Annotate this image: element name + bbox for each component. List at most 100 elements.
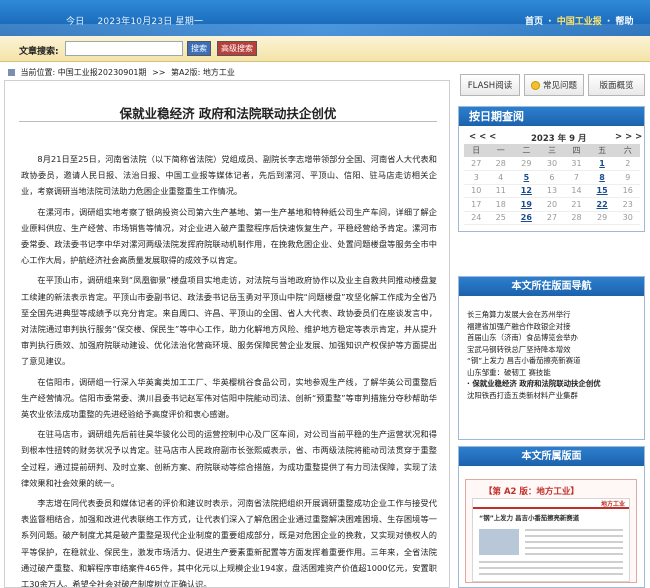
calendar-days: 27 28 29 30 31 1 2 3 4 5 6 7 8 9 10 11 12 13 14 15 16 17 18 19 2… (464, 157, 640, 225)
thumbnail-text-line (525, 535, 623, 537)
thumbnail-text-line (525, 547, 623, 549)
calendar-week-row: 24 25 26 27 28 29 30 (464, 211, 640, 225)
calendar-day: 25 (488, 211, 513, 225)
calendar-day: 16 (615, 184, 640, 198)
weekday-label: 五 (588, 144, 616, 157)
page-layout-title: 本文所属版面 (459, 447, 644, 466)
search-label: 文章搜索: (19, 47, 59, 57)
page-nav-item[interactable]: “钢”上发力 昌吉小番茄擦亮新赛道 (467, 355, 644, 367)
newspaper-page-preview: 地方工业 “钢”上发力 昌吉小番茄擦亮新赛道 (472, 498, 630, 582)
thumbnail-headline: “钢”上发力 昌吉小番茄擦亮新赛道 (479, 514, 580, 522)
location-icon (8, 69, 15, 76)
calendar-day: 14 (564, 184, 589, 198)
calendar-day: 20 (539, 197, 565, 212)
calendar-day: 6 (539, 170, 565, 185)
search-input[interactable] (65, 41, 183, 56)
calendar-day: 29 (512, 157, 540, 171)
article-paragraph: 李志增在同代表委员和媒体记者的评价和建议时表示，河南省法院把组织开展调研重整成功… (21, 498, 437, 588)
calendar-day: 3 (464, 170, 489, 185)
faq-button[interactable]: 常见问题 (524, 74, 584, 96)
page-nav-item[interactable]: 首届山东（济南）食品博览会举办 (467, 332, 644, 344)
page-nav-title: 本文所在版面导航 (459, 277, 644, 296)
date-prefix: 今日 (66, 17, 85, 27)
breadcrumb: 当前位置: 中国工业报20230901期 >> 第A2版: 地方工业 (8, 67, 235, 78)
page-overview-label: 版面概览 (599, 81, 634, 91)
weekday-label: 六 (615, 144, 640, 157)
page-navigation-panel: 本文所在版面导航 长三角算力发展大会在苏州举行 福建省加强产融合作政银企对接 首… (458, 276, 645, 440)
calendar-day-link[interactable]: 26 (512, 211, 540, 225)
calendar-grid: 日 一 二 三 四 五 六 27 28 29 30 31 1 2 3 4 5 6 7 8 9 10 11 12 1… (464, 144, 640, 225)
weekday-label: 四 (564, 144, 589, 157)
calendar-day: 27 (539, 211, 565, 225)
article-paragraph: 在漯河市，调研组实地考察了银鸽投资公司第六生产基地、第一生产基地和特种纸公司生产… (21, 206, 437, 266)
calendar-day: 30 (615, 211, 640, 225)
calendar-day: 7 (564, 170, 589, 185)
calendar-day-link[interactable]: 15 (588, 184, 616, 198)
calendar-day-link[interactable]: 1 (588, 157, 616, 171)
article-paragraph: 8月21日至25日，河南省法院（以下简称省法院）党组成员、副院长李志增带领部分全… (21, 154, 437, 197)
nav-separator: · (606, 17, 611, 27)
calendar-day: 21 (564, 197, 589, 212)
page-thumbnail[interactable]: 【第 A2 版：地方工业】 地方工业 “钢”上发力 昌吉小番茄擦亮新赛道 (465, 479, 637, 583)
advanced-search-button[interactable]: 高级搜索 (217, 41, 257, 56)
nav-home-link[interactable]: 首页 (525, 17, 543, 27)
calendar-week-row: 3456789 (464, 170, 640, 185)
page-nav-item[interactable]: 沈阳铁西打造五类新材料产业集群 (467, 390, 644, 402)
page-nav-item-current[interactable]: · 保就业稳经济 政府和法院联动扶企创优 (467, 378, 644, 390)
weekday-label: 二 (512, 144, 540, 157)
search-button[interactable]: 搜索 (187, 41, 211, 56)
page-nav-item[interactable]: 宝武马钢转铁总厂坚持降本增效 (467, 344, 644, 356)
thumbnail-text-line (525, 553, 623, 555)
flash-read-button[interactable]: FLASH阅读 (460, 74, 520, 96)
flash-read-label: FLASH阅读 (467, 81, 513, 91)
calendar-week-row: 10 11 12 13 14 15 16 (464, 184, 640, 198)
calendar-day: 17 (464, 197, 489, 212)
page-nav-item[interactable]: 长三角算力发展大会在苏州举行 (467, 309, 644, 321)
page-nav-item[interactable]: 山东邹重：破韧工 赛技能 (467, 367, 644, 379)
calendar-day: 30 (539, 157, 565, 171)
nav-separator: · (548, 17, 552, 27)
thumbnail-text-line (525, 541, 623, 543)
calendar-month-label: 2023 年 9 月 (531, 134, 587, 144)
lightbulb-icon (530, 80, 540, 90)
calendar-day: 23 (615, 197, 640, 212)
article-paragraph: 在驻马店市，调研组先后前往昊华骏化公司的运营控制中心及厂区车间，对公司当前平稳的… (21, 429, 437, 488)
calendar-day-link[interactable]: 19 (512, 197, 540, 212)
thumbnail-masthead: 地方工业 (473, 499, 629, 509)
weekday-label: 三 (539, 144, 565, 157)
page-nav-item[interactable]: 福建省加强产融合作政银企对接 (467, 321, 644, 333)
calendar-prev-button[interactable]: < < < (469, 132, 496, 142)
calendar-day-link[interactable]: 12 (512, 184, 540, 198)
breadcrumb-issue-link[interactable]: 中国工业报20230901期 (58, 68, 147, 77)
thumbnail-text-line (479, 561, 623, 563)
calendar-day: 28 (488, 157, 513, 171)
article-body: 8月21日至25日，河南省法院（以下简称省法院）党组成员、副院长李志增带领部分全… (21, 151, 437, 588)
page-layout-panel: 本文所属版面 【第 A2 版：地方工业】 地方工业 “钢”上发力 昌吉小番茄擦亮… (458, 446, 645, 588)
breadcrumb-page-link[interactable]: 第A2版: 地方工业 (171, 68, 235, 77)
calendar-day: 11 (488, 184, 513, 198)
weekday-label: 日 (464, 144, 489, 157)
calendar-day: 27 (464, 157, 489, 171)
search-bar: 文章搜索: 搜索 高级搜索 (0, 36, 650, 62)
thumbnail-text-line (525, 529, 623, 531)
article-title: 保就业稳经济 政府和法院联动扶企创优 (119, 106, 337, 121)
calendar-day: 18 (488, 197, 513, 212)
nav-site-link[interactable]: 中国工业报 (557, 17, 602, 27)
weekday-label: 一 (488, 144, 513, 157)
thumbnail-text-line (479, 573, 623, 575)
faq-label: 常见问题 (542, 81, 577, 91)
calendar-week-row: 27 28 29 30 31 1 2 (464, 157, 640, 171)
calendar-day-link[interactable]: 5 (512, 170, 540, 185)
calendar-day-link[interactable]: 22 (588, 197, 616, 212)
calendar-week-row: 17 18 19 20 21 22 23 (464, 197, 640, 212)
calendar-day: 28 (564, 211, 589, 225)
title-divider (19, 121, 437, 122)
page-overview-button[interactable]: 版面概览 (588, 74, 645, 96)
calendar-day-link[interactable]: 8 (588, 170, 616, 185)
nav-help-link[interactable]: 帮助 (615, 17, 633, 27)
calendar-next-button[interactable]: > > > (615, 132, 642, 142)
calendar-weekday-row: 日 一 二 三 四 五 六 (464, 144, 640, 157)
article-paragraph: 在平顶山市，调研组来到“凤凰御景”楼盘项目实地走访，对法院与当地政府协作以及业主… (21, 275, 437, 367)
date-calendar: 按日期查阅 < < < 2023 年 9 月 > > > 日 一 二 三 四 五… (458, 106, 645, 232)
current-date: 今日 2023年10月23日 星期一 (66, 14, 213, 27)
